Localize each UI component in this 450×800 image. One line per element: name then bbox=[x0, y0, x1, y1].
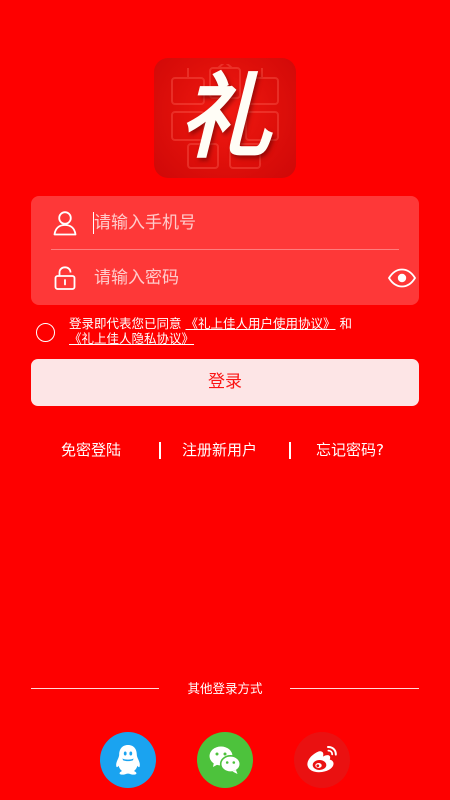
secondary-links: 免密登陆 注册新用户 忘记密码? bbox=[0, 438, 450, 462]
user-icon bbox=[53, 211, 77, 236]
agree-radio[interactable] bbox=[36, 323, 55, 342]
weibo-icon bbox=[294, 732, 350, 788]
phone-input[interactable] bbox=[93, 205, 364, 241]
agreement-text: 登录即代表您已同意 《礼上佳人用户使用协议》 和 《礼上佳人隐私协议》 bbox=[69, 316, 421, 346]
qq-login-button[interactable] bbox=[100, 732, 156, 788]
agreement-and: 和 bbox=[339, 316, 353, 331]
qq-icon bbox=[100, 732, 156, 788]
forgot-password-link[interactable]: 忘记密码? bbox=[316, 438, 384, 462]
eye-icon[interactable] bbox=[387, 267, 417, 289]
login-button[interactable]: 登录 bbox=[31, 359, 419, 406]
logo-character: 礼 bbox=[178, 63, 271, 171]
wechat-login-button[interactable] bbox=[197, 732, 253, 788]
passwordless-login-link[interactable]: 免密登陆 bbox=[61, 438, 121, 462]
wechat-icon bbox=[197, 732, 253, 788]
agreement-row: 登录即代表您已同意 《礼上佳人用户使用协议》 和 《礼上佳人隐私协议》 bbox=[34, 316, 424, 350]
link-separator bbox=[159, 442, 161, 459]
field-divider bbox=[51, 249, 399, 250]
password-field bbox=[31, 251, 419, 305]
agreement-prefix: 登录即代表您已同意 bbox=[69, 316, 182, 331]
other-login-header: 其他登录方式 bbox=[0, 680, 450, 698]
phone-field bbox=[31, 196, 419, 250]
user-agreement-link[interactable]: 《礼上佳人用户使用协议》 bbox=[186, 316, 336, 331]
weibo-login-button[interactable] bbox=[294, 732, 350, 788]
app-logo: 礼 bbox=[154, 58, 296, 178]
login-form bbox=[31, 196, 419, 305]
lock-icon bbox=[54, 266, 76, 290]
text-caret bbox=[93, 212, 94, 234]
privacy-policy-link[interactable]: 《礼上佳人隐私协议》 bbox=[69, 331, 194, 346]
other-login-label: 其他登录方式 bbox=[187, 681, 263, 696]
register-link[interactable]: 注册新用户 bbox=[182, 438, 257, 462]
password-input[interactable] bbox=[93, 260, 364, 296]
link-separator bbox=[289, 442, 291, 459]
divider-line-right bbox=[290, 688, 419, 689]
divider-line-left bbox=[31, 688, 159, 689]
